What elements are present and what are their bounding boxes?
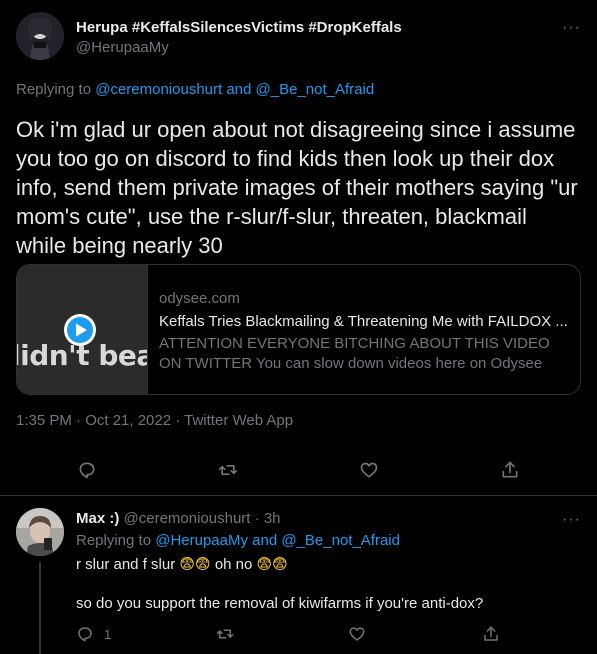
reply-replying-to: Replying to @HerupaaMy and @_Be_not_Afra… [76,532,400,549]
replying-to: Replying to @ceremonioushurt and @_Be_no… [16,81,374,98]
fearful-emoji-icon: 😨😨 [179,555,211,573]
reply-more-options-icon[interactable]: ··· [562,512,581,528]
reply-icon[interactable] [77,460,97,480]
like-icon[interactable] [359,460,379,480]
author-handle[interactable]: @HerupaaMy [76,39,169,56]
thread-divider [0,495,597,496]
play-icon[interactable] [63,313,97,347]
link-card-description: ATTENTION EVERYONE BITCHING ABOUT THIS V… [159,335,550,372]
reply-retweet-icon[interactable] [216,625,234,643]
thread-connector-line [39,562,41,654]
reply-count: 1 [104,627,112,642]
author-name[interactable]: Herupa #KeffalsSilencesVictims #DropKeff… [76,19,402,36]
reply-text-line-1: r slur and f slur 😨😨 oh no 😨😨 [76,555,288,573]
reply-author-name[interactable]: Max :) [76,510,119,527]
fearful-emoji-icon-2: 😨😨 [256,555,288,573]
reply-text-line-2: so do you support the removal of kiwifar… [76,595,484,612]
replying-to-users[interactable]: @ceremonioushurt and @_Be_not_Afraid [95,81,374,98]
link-card-thumbnail: lidn't beat [17,265,147,394]
author-avatar[interactable] [16,12,64,60]
reply-author-handle[interactable]: @ceremonioushurt [124,510,251,527]
more-options-icon[interactable]: ··· [562,20,581,36]
link-card-title[interactable]: Keffals Tries Blackmailing & Threatening… [159,313,569,330]
reply-time[interactable]: 3h [264,510,281,527]
reply-separator: · [254,510,260,527]
reply-replying-to-label: Replying to [76,532,152,549]
reply-like-icon[interactable] [348,625,366,643]
reply-reply-icon[interactable] [76,625,94,643]
link-card-domain: odysee.com [159,290,240,307]
reply-text-1a: r slur and f slur [76,556,176,573]
reply-author-avatar[interactable] [16,508,64,556]
share-icon[interactable] [500,460,520,480]
tweet-text: Ok i'm glad ur open about not disagreein… [16,117,578,258]
tweet-timestamp[interactable]: 1:35 PM · Oct 21, 2022 · Twitter Web App [16,412,293,429]
reply-text-1b: oh no [214,556,253,573]
link-card[interactable]: lidn't beat odysee.com Keffals Tries Bla… [16,264,581,395]
reply-header: Max :) @ceremonioushurt · 3h [76,510,281,527]
reply-share-icon[interactable] [482,625,500,643]
retweet-icon[interactable] [218,460,238,480]
reply-replying-to-users[interactable]: @HerupaaMy and @_Be_not_Afraid [155,532,400,549]
replying-to-label: Replying to [16,81,92,98]
